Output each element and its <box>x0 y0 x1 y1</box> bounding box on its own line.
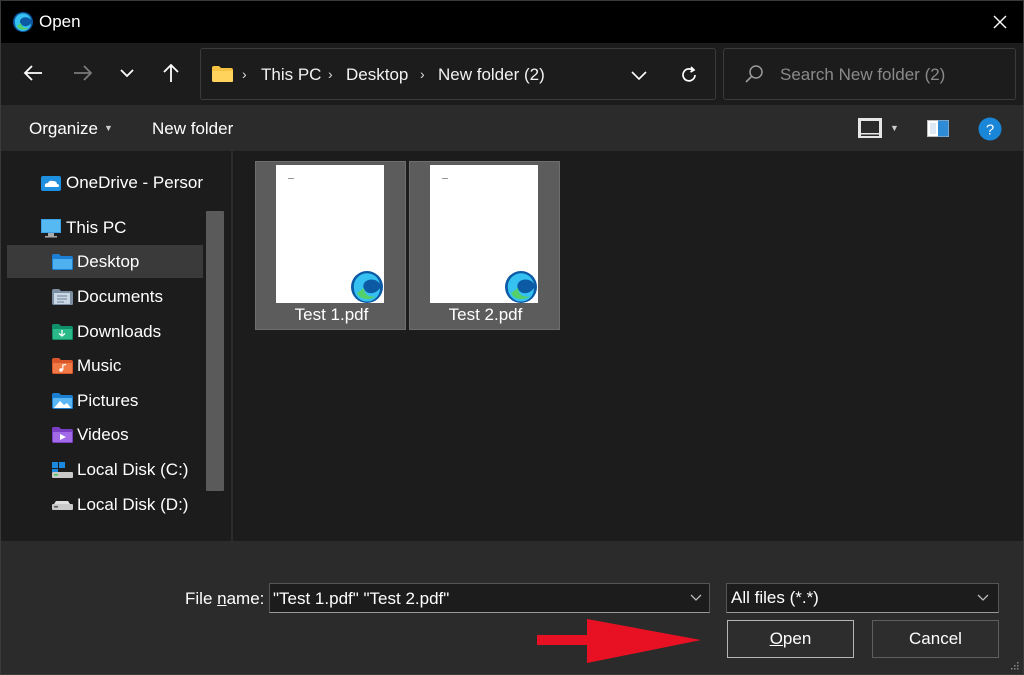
folder-icon <box>212 66 233 82</box>
documents-folder-icon <box>51 287 73 307</box>
file-name-label: File name: <box>185 589 265 608</box>
file-name-combobox[interactable] <box>269 583 710 613</box>
edge-app-icon <box>13 12 33 32</box>
address-history-dropdown[interactable] <box>625 61 653 89</box>
caret-down-icon[interactable]: ▼ <box>890 123 899 133</box>
chevron-down-icon <box>120 68 134 77</box>
pc-icon <box>40 218 62 238</box>
local-disk-d-icon <box>51 495 73 515</box>
close-icon <box>993 15 1007 29</box>
chevron-down-icon <box>631 70 647 80</box>
sidebar-item-label: Downloads <box>77 321 162 341</box>
new-folder-button[interactable]: New folder <box>152 119 233 139</box>
chevron-down-icon[interactable] <box>689 590 703 604</box>
organize-button[interactable]: Organize <box>29 119 98 139</box>
sidebar-item-label: Music <box>77 355 122 375</box>
sidebar-item-label: Local Disk (C:) <box>77 459 189 479</box>
edge-pdf-icon <box>505 271 537 303</box>
search-input[interactable] <box>780 63 1000 87</box>
breadcrumb-this-pc[interactable]: This PC <box>261 65 321 85</box>
sidebar-item-label: Videos <box>77 424 129 444</box>
onedrive-icon <box>40 173 62 193</box>
resize-grip-icon[interactable] <box>1009 660 1019 670</box>
help-button[interactable]: ? <box>978 117 1002 141</box>
navigation-pane-scrollbar[interactable] <box>206 211 224 491</box>
downloads-folder-icon <box>51 322 73 342</box>
preview-pane-button[interactable] <box>927 120 949 137</box>
sidebar-item-music[interactable]: Music <box>51 349 121 382</box>
sidebar-item-pictures[interactable]: Pictures <box>51 384 138 417</box>
annotation-arrow-icon <box>537 619 701 663</box>
file-thumbnail <box>276 165 384 303</box>
chevron-down-icon <box>977 594 989 601</box>
search-icon <box>745 65 763 83</box>
sidebar-item-this-pc[interactable]: This PC <box>40 211 126 244</box>
arrow-left-icon <box>23 65 42 81</box>
sidebar-item-onedrive[interactable]: OneDrive - Persor <box>40 166 203 199</box>
sidebar-item-label: This PC <box>66 217 127 237</box>
sidebar-item-label: Documents <box>77 286 163 306</box>
sidebar-item-downloads[interactable]: Downloads <box>51 315 161 348</box>
sidebar-item-label: Local Disk (D:) <box>77 494 189 514</box>
sidebar-item-desktop[interactable]: Desktop <box>7 245 203 278</box>
up-button[interactable] <box>153 55 189 91</box>
breadcrumb-separator: › <box>328 66 333 82</box>
sidebar-item-documents[interactable]: Documents <box>51 280 163 313</box>
music-folder-icon <box>51 356 73 376</box>
open-button[interactable]: Open <box>727 620 854 658</box>
sidebar-item-label: Pictures <box>77 390 139 410</box>
recent-locations-button[interactable] <box>109 55 145 91</box>
breadcrumb-new-folder[interactable]: New folder (2) <box>438 65 545 85</box>
open-file-dialog: Open › This PC › Desktop › New folder (2… <box>0 0 1024 675</box>
change-view-button[interactable] <box>857 117 883 139</box>
back-button[interactable] <box>15 55 51 91</box>
sidebar-item-label: OneDrive - Persor <box>66 172 203 192</box>
dialog-footer: File name: All files (*.*) Open Cancel <box>1 541 1023 674</box>
breadcrumb-desktop[interactable]: Desktop <box>346 65 408 85</box>
svg-text:?: ? <box>986 122 994 139</box>
file-type-select[interactable]: All files (*.*) <box>726 583 999 613</box>
sidebar-item-local-disk-c[interactable]: Local Disk (C:) <box>51 453 188 486</box>
file-item[interactable]: Test 2.pdf <box>409 161 560 330</box>
arrow-up-icon <box>163 63 179 82</box>
cancel-button[interactable]: Cancel <box>872 620 999 658</box>
file-thumbnail <box>430 165 538 303</box>
file-name: Test 1.pdf <box>294 305 369 324</box>
videos-folder-icon <box>51 425 73 445</box>
edge-pdf-icon <box>351 271 383 303</box>
navigation-pane: OneDrive - Persor This PC Desktop Docume… <box>1 151 231 541</box>
caret-down-icon: ▼ <box>104 123 113 133</box>
pictures-folder-icon <box>51 391 73 411</box>
sidebar-item-videos[interactable]: Videos <box>51 418 129 451</box>
breadcrumb-separator: › <box>242 66 247 82</box>
file-list: Test 1.pdf Test 2.pdf <box>233 151 1023 541</box>
sidebar-item-local-disk-d[interactable]: Local Disk (D:) <box>51 488 188 521</box>
desktop-folder-icon <box>51 252 73 272</box>
refresh-button[interactable] <box>675 61 703 89</box>
sidebar-item-label: Desktop <box>77 251 140 271</box>
navigation-bar: › This PC › Desktop › New folder (2) <box>1 43 1023 105</box>
breadcrumb-separator: › <box>420 66 425 82</box>
address-bar[interactable]: › This PC › Desktop › New folder (2) <box>200 48 716 100</box>
forward-button[interactable] <box>65 55 101 91</box>
file-name: Test 2.pdf <box>448 305 523 324</box>
file-item[interactable]: Test 1.pdf <box>255 161 406 330</box>
window-title: Open <box>39 12 81 31</box>
close-button[interactable] <box>983 5 1017 39</box>
title-bar: Open <box>1 1 1023 43</box>
file-name-input[interactable] <box>273 588 673 610</box>
arrow-right-icon <box>74 65 93 81</box>
command-bar: Organize ▼ New folder ▼ <box>1 105 1023 151</box>
refresh-icon <box>682 66 696 82</box>
search-box[interactable] <box>723 48 1016 100</box>
local-disk-c-icon <box>51 460 73 480</box>
file-type-value: All files (*.*) <box>731 588 819 607</box>
